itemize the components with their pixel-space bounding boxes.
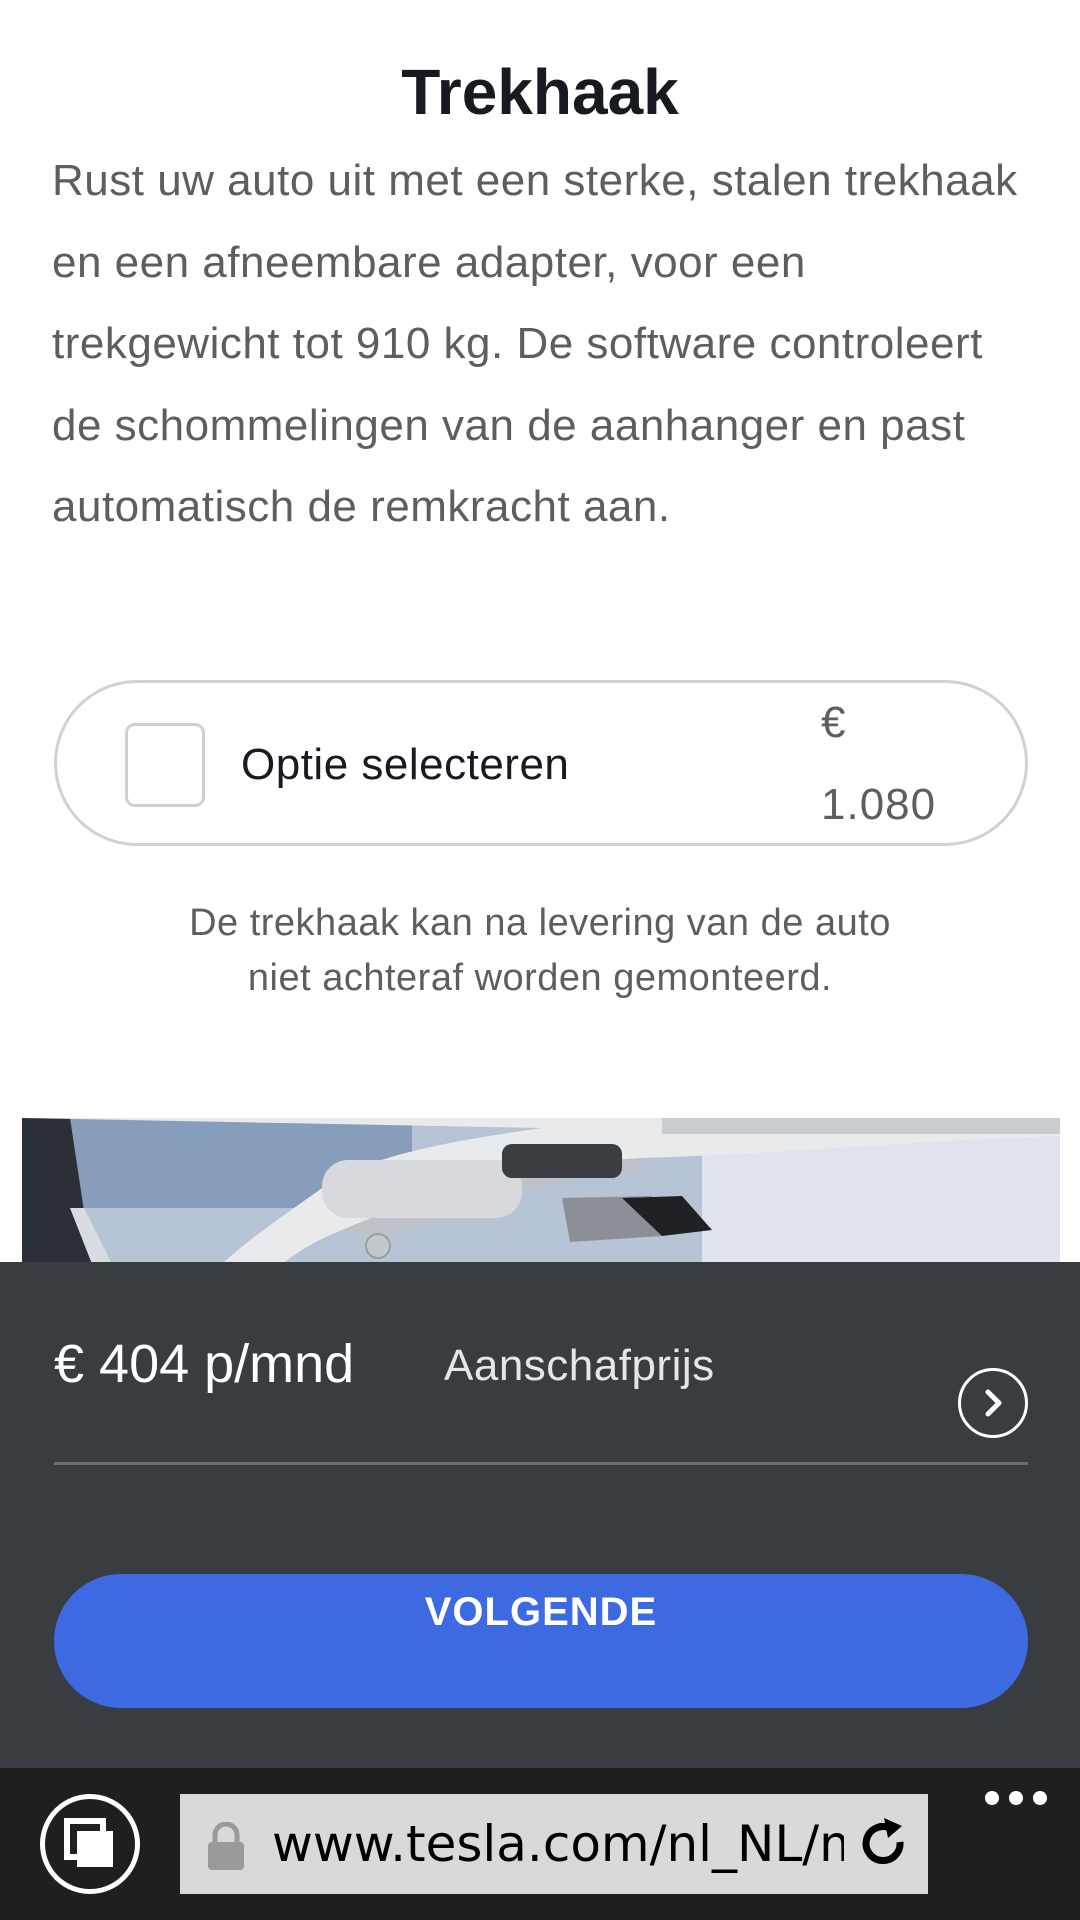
option-checkbox[interactable]: [125, 723, 205, 807]
tabs-button[interactable]: [40, 1794, 140, 1894]
url-text: www.tesla.com/nl_NL/mc: [272, 1815, 844, 1873]
lock-icon: [208, 1822, 244, 1870]
installation-note: De trekhaak kan na levering van de auto …: [189, 902, 891, 999]
option-price: 1.080: [821, 780, 937, 829]
option-label: Optie selecteren: [241, 740, 570, 789]
tabs-icon: [64, 1818, 113, 1867]
more-menu-button[interactable]: [968, 1774, 1064, 1822]
more-dot-icon: [1033, 1791, 1047, 1805]
price-details-button[interactable]: [958, 1368, 1028, 1438]
more-dot-icon: [1009, 1791, 1023, 1805]
chevron-right-icon: [985, 1389, 1002, 1417]
next-button[interactable]: VOLGENDE: [54, 1574, 1028, 1708]
option-select-toggle[interactable]: Optie selecteren € 1.080: [54, 680, 1028, 846]
option-currency: €: [821, 698, 846, 747]
section-title: Trekhaak: [401, 56, 679, 128]
interior-image: [22, 1118, 1060, 1264]
browser-toolbar: www.tesla.com/nl_NL/mc: [0, 1768, 1080, 1920]
monthly-price: € 404 p/mnd: [54, 1334, 355, 1394]
reload-icon[interactable]: [854, 1814, 914, 1874]
price-type-label: Aanschafprijs: [444, 1341, 715, 1390]
more-dot-icon: [985, 1791, 999, 1805]
section-description: Rust uw auto uit met een sterke, stalen …: [52, 156, 1018, 531]
price-footer: € 404 p/mnd Aanschafprijs VOLGENDE: [0, 1262, 1080, 1768]
footer-divider: [54, 1462, 1028, 1465]
url-bar[interactable]: www.tesla.com/nl_NL/mc: [180, 1794, 928, 1894]
